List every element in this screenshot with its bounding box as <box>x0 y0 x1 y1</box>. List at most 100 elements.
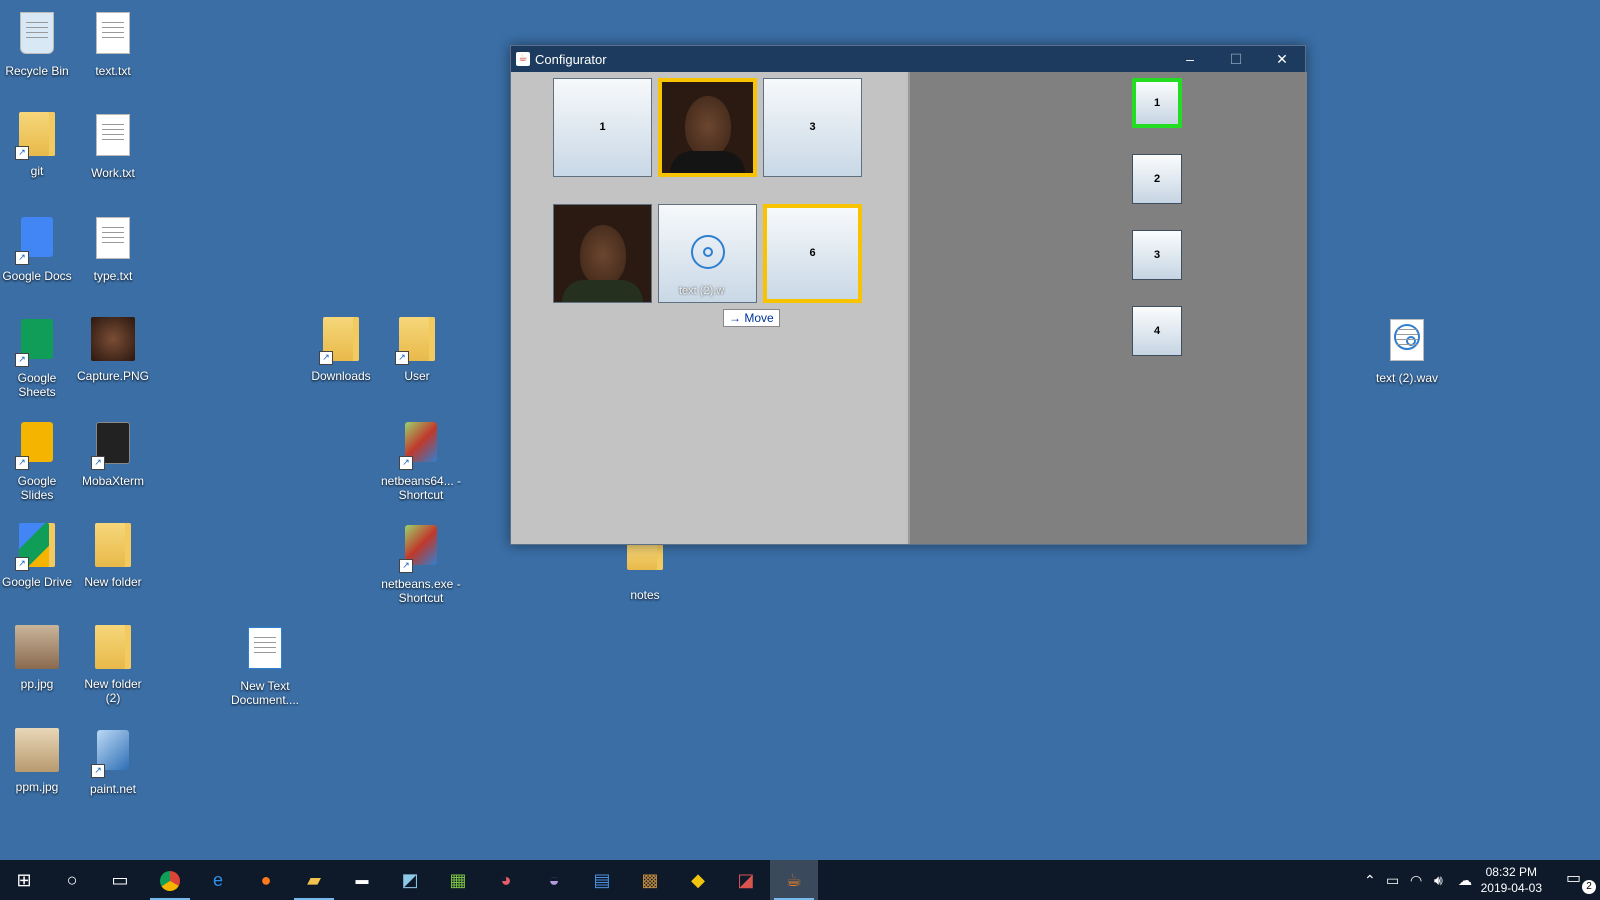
desktop-icon-google-docs[interactable]: ↗ Google Docs <box>0 213 74 283</box>
sheets-app-icon[interactable]: ▦ <box>434 860 482 900</box>
desktop-icon-recycle-bin[interactable]: Recycle Bin <box>0 8 74 78</box>
desktop-icon-new-folder-2[interactable]: New folder (2) <box>76 623 150 705</box>
desktop-icon-label: paint.net <box>89 782 137 796</box>
tile-photo[interactable] <box>553 204 652 303</box>
search-icon[interactable]: ○ <box>48 860 96 900</box>
google-sheets-icon: ↗ <box>13 319 61 367</box>
desktop-icon-text-txt[interactable]: text.txt <box>76 8 150 78</box>
docs-app-icon[interactable]: ▤ <box>578 860 626 900</box>
chrome-icon[interactable] <box>146 860 194 900</box>
image-thumbnail-icon <box>13 728 61 776</box>
file-explorer-icon[interactable]: ▰ <box>290 860 338 900</box>
desktop-icon-label: MobaXterm <box>81 474 145 488</box>
slot-4[interactable]: 4 <box>1132 306 1182 356</box>
desktop-icon-google-sheets[interactable]: ↗ Google Sheets <box>0 315 74 399</box>
netbeans-icon: ↗ <box>397 525 445 573</box>
downloads-folder-icon: ↗ <box>317 317 365 365</box>
wifi-icon[interactable]: ◠ <box>1410 860 1422 900</box>
paint-app-icon[interactable]: ◕ <box>482 860 530 900</box>
desktop-icon-label: git <box>30 164 44 178</box>
desktop-icon-pp-jpg[interactable]: pp.jpg <box>0 623 74 691</box>
desktop-icon-mobaxterm[interactable]: ↗ MobaXterm <box>76 418 150 488</box>
game-app-icon[interactable]: ▩ <box>626 860 674 900</box>
desktop-icon-label: User <box>404 369 430 383</box>
battery-icon[interactable]: ▭ <box>1386 860 1399 900</box>
slot-3[interactable]: 3 <box>1132 230 1182 280</box>
desktop-icon-google-slides[interactable]: ↗ Google Slides <box>0 418 74 502</box>
recycle-bin-icon <box>13 12 61 60</box>
desktop-icon-label: Google Sheets <box>17 371 57 399</box>
firefox-icon[interactable]: ● <box>242 860 290 900</box>
desktop-icon-label: Google Docs <box>2 269 72 283</box>
desktop-icon-text-2-wav[interactable]: text (2).wav <box>1370 315 1444 385</box>
desktop-icon-type-txt[interactable]: type.txt <box>76 213 150 283</box>
audio-file-icon <box>1383 319 1431 367</box>
desktop-icon-ppm-jpg[interactable]: ppm.jpg <box>0 726 74 794</box>
window-titlebar[interactable]: ☕ Configurator – ☐ ✕ <box>511 46 1305 72</box>
image-thumbnail-icon <box>13 625 61 673</box>
desktop-icon-netbeans-exe[interactable]: ↗ netbeans.exe - Shortcut <box>380 521 462 605</box>
slot-2[interactable]: 2 <box>1132 154 1182 204</box>
portrait-shoulders <box>670 151 745 173</box>
system-clock[interactable]: 08:32 PM 2019-04-03 <box>1481 864 1542 896</box>
minimize-button[interactable]: – <box>1167 46 1213 72</box>
audio-file-icon <box>659 235 756 269</box>
desktop-icon-label: New folder <box>84 575 142 589</box>
desktop-icon-downloads[interactable]: ↗ Downloads <box>304 315 378 383</box>
text-file-icon <box>89 114 137 162</box>
cmd-icon[interactable]: ▬ <box>338 860 386 900</box>
eclipse-icon[interactable]: ◒ <box>530 860 578 900</box>
folder-icon <box>89 523 137 571</box>
desktop-icon-user[interactable]: ↗ User <box>380 315 454 383</box>
google-docs-icon: ↗ <box>13 217 61 265</box>
desktop-icon-capture-png[interactable]: Capture.PNG <box>76 315 150 383</box>
desktop-icon-netbeans64[interactable]: ↗ netbeans64... - Shortcut <box>380 418 462 502</box>
windows-start-icon[interactable]: ⊞ <box>0 860 48 900</box>
java-app-icon: ☕ <box>516 52 530 66</box>
tiles-panel: 1 3 text (2).w 6 → Move <box>511 72 906 544</box>
close-button[interactable]: ✕ <box>1259 46 1305 72</box>
desktop-icon-new-folder[interactable]: New folder <box>76 521 150 589</box>
desktop-icon-label: text.txt <box>95 64 131 78</box>
chevron-up-icon[interactable]: ⌃ <box>1364 860 1376 900</box>
taskbar: ⊞ ○ ▭ e ● ▰ ▬ ◩ ▦ ◕ ◒ ▤ ▩ ◆ ◪ ☕ ⌃ ▭ ◠ 🔊︎… <box>0 860 1600 900</box>
desktop-icon-google-drive[interactable]: ↗ Google Drive <box>0 521 74 589</box>
tile-6[interactable]: 6 <box>763 204 862 303</box>
folder-icon: ↗ <box>13 112 61 160</box>
clock-time: 08:32 PM <box>1485 865 1537 879</box>
desktop-icon-label: type.txt <box>93 269 133 283</box>
desktop-icon-label: ppm.jpg <box>15 780 59 794</box>
git-app-icon[interactable]: ◆ <box>674 860 722 900</box>
java-app-taskbar-icon[interactable]: ☕ <box>770 860 818 900</box>
task-view-icon[interactable]: ▭ <box>96 860 144 900</box>
desktop-icon-label: New Text Document.... <box>230 679 300 707</box>
volume-icon[interactable]: 🔊︎ <box>1434 860 1443 900</box>
desktop-icon-label: Downloads <box>311 369 371 383</box>
desktop-icon-work-txt[interactable]: Work.txt <box>76 110 150 180</box>
tile-label: 6 <box>809 247 816 259</box>
paint-net-taskbar-icon[interactable]: ◪ <box>722 860 770 900</box>
portrait-shoulders <box>562 280 643 302</box>
tile-1[interactable]: 1 <box>553 78 652 177</box>
desktop-icon-git[interactable]: ↗ git <box>0 110 74 178</box>
desktop-icon-new-text-document[interactable]: New Text Document.... <box>228 623 302 707</box>
tile-photo-selected[interactable] <box>658 78 757 177</box>
image-thumbnail-icon <box>89 317 137 365</box>
desktop-icon-label: Google Drive <box>1 575 73 589</box>
tile-label: 3 <box>809 121 816 133</box>
slot-1[interactable]: 1 <box>1132 78 1182 128</box>
tile-audio-file[interactable]: text (2).w <box>658 204 757 303</box>
notification-badge: 2 <box>1582 880 1596 894</box>
tile-3[interactable]: 3 <box>763 78 862 177</box>
paint-net-icon: ↗ <box>89 730 137 778</box>
desktop-icon-paint-net[interactable]: ↗ paint.net <box>76 726 150 796</box>
netbeans-icon: ↗ <box>397 422 445 470</box>
desktop-icon-label: netbeans64... - Shortcut <box>380 474 462 502</box>
notification-center-icon[interactable]: ▭ 2 <box>1566 868 1596 894</box>
desktop-icon-label: New folder (2) <box>84 677 142 705</box>
cloud-icon[interactable]: ☁ <box>1458 860 1472 900</box>
desktop-icon-label: pp.jpg <box>20 677 54 691</box>
maximize-button[interactable]: ☐ <box>1213 46 1259 72</box>
notepad-icon[interactable]: ◩ <box>386 860 434 900</box>
edge-icon[interactable]: e <box>194 860 242 900</box>
